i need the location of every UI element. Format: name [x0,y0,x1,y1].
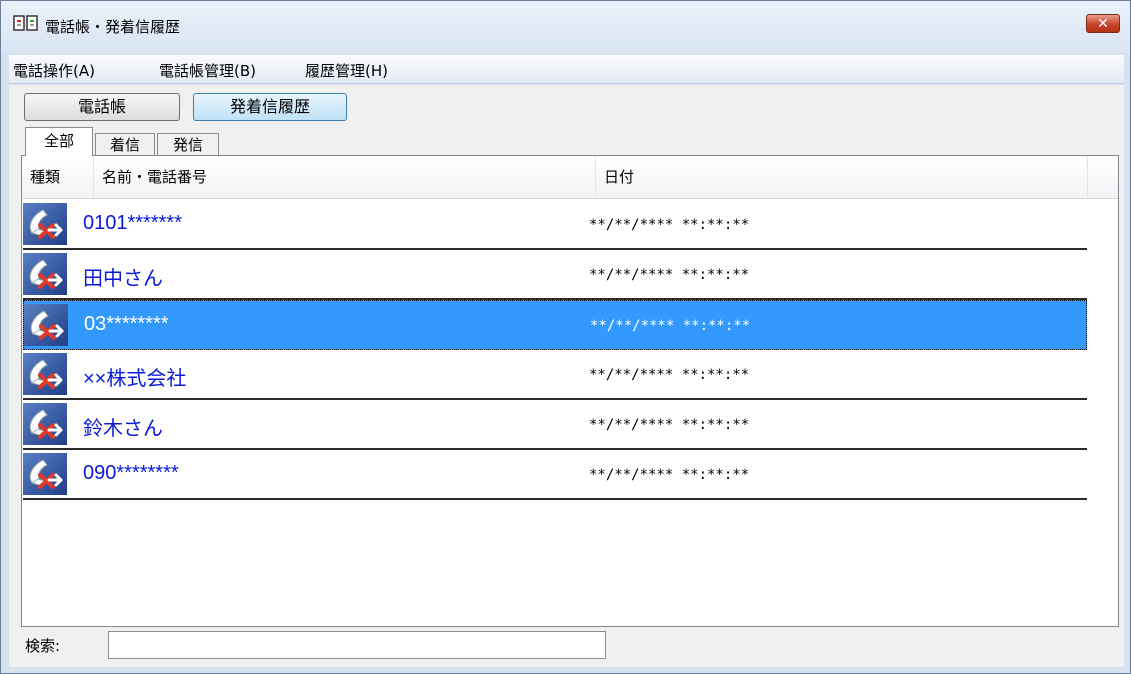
tab-all[interactable]: 全部 [25,127,93,156]
outgoing-call-icon [23,253,67,295]
row-date: **/**/**** **:**:** [589,267,750,283]
history-list[interactable]: 種類 名前・電話番号 日付 0101******* **/**/**** **:*… [21,155,1119,627]
search-label: 検索: [25,637,61,655]
row-name-phone: 0101******* [83,212,182,234]
row-name-phone: 田中さん [83,268,163,290]
row-date: **/**/**** **:**:** [589,417,750,433]
outgoing-call-icon [23,453,67,495]
column-header-type[interactable]: 種類 [22,156,94,198]
column-header-date[interactable]: 日付 [596,156,1088,198]
phonebook-window: 電話帳・発着信履歴 ✕ 電話操作(A) 電話帳管理(B) 履歴管理(H) 電話帳… [0,0,1131,674]
history-row[interactable]: 090******** **/**/**** **:**:** [23,450,1087,500]
row-date: **/**/**** **:**:** [589,367,750,383]
column-header-name-phone[interactable]: 名前・電話番号 [94,156,596,198]
row-date: **/**/**** **:**:** [589,467,750,483]
row-name-phone: 03******** [84,313,169,335]
history-row[interactable]: ××株式会社 **/**/**** **:**:** [23,350,1087,400]
main-panel: 電話帳 発着信履歴 全部 着信 発信 種類 名前・電話番号 日付 0101***… [9,85,1124,667]
tab-incoming[interactable]: 着信 [95,133,155,156]
menu-history-management[interactable]: 履歴管理(H) [305,60,388,81]
row-date: **/**/**** **:**:** [589,217,750,233]
close-button[interactable]: ✕ [1086,14,1120,33]
menu-phone-operation[interactable]: 電話操作(A) [13,60,95,81]
menu-phonebook-management[interactable]: 電話帳管理(B) [159,60,256,81]
outgoing-call-icon [23,403,67,445]
history-row[interactable]: 03******** **/**/**** **:**:** [23,300,1087,350]
window-title: 電話帳・発着信履歴 [45,18,181,36]
tab-outgoing[interactable]: 発信 [157,133,219,156]
history-row[interactable]: 鈴木さん **/**/**** **:**:** [23,400,1087,450]
phonebook-app-icon [13,15,38,31]
row-name-phone: 鈴木さん [83,418,163,440]
call-history-button[interactable]: 発着信履歴 [193,93,347,121]
phonebook-button[interactable]: 電話帳 [24,93,180,121]
search-input[interactable] [108,631,606,659]
history-row[interactable]: 0101******* **/**/**** **:**:** [23,200,1087,250]
row-name-phone: 090******** [83,462,179,484]
outgoing-call-icon [23,203,67,245]
history-row[interactable]: 田中さん **/**/**** **:**:** [23,250,1087,300]
outgoing-call-icon [24,304,68,346]
menu-bar: 電話操作(A) 電話帳管理(B) 履歴管理(H) [9,55,1124,84]
list-header: 種類 名前・電話番号 日付 [22,156,1118,199]
row-name-phone: ××株式会社 [83,368,187,390]
row-date: **/**/**** **:**:** [590,318,751,334]
outgoing-call-icon [23,353,67,395]
title-bar[interactable]: 電話帳・発着信履歴 ✕ [1,1,1130,53]
